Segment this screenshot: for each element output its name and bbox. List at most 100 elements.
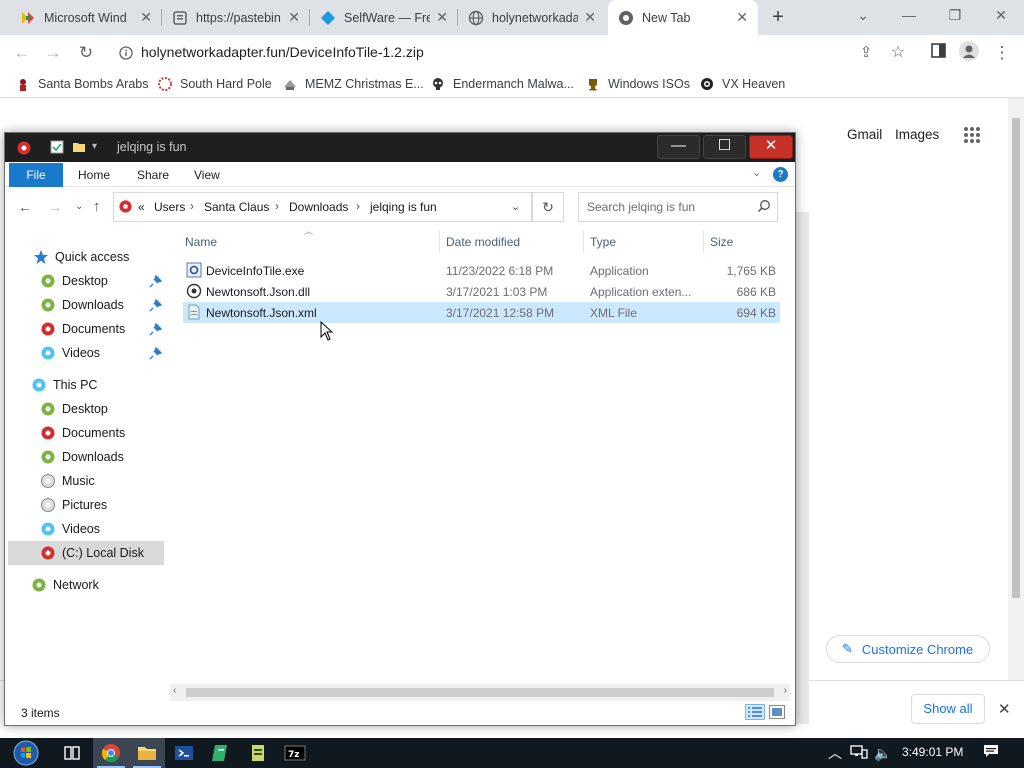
help-icon[interactable]: ? <box>773 167 788 182</box>
forward-arrow-icon[interactable]: → <box>41 41 65 65</box>
taskbar-chrome[interactable] <box>93 738 129 768</box>
back-arrow-icon[interactable]: ← <box>18 199 32 215</box>
refresh-icon[interactable]: ↻ <box>532 192 564 222</box>
show-all-downloads-button[interactable]: Show all <box>911 694 985 724</box>
bookmark-star-icon[interactable]: ☆ <box>886 41 910 65</box>
taskbar-7zip[interactable]: 7z <box>277 738 313 768</box>
nav-this-pc[interactable]: This PC <box>31 373 97 397</box>
tab-pastebin[interactable]: https://pastebin ✕ <box>162 0 310 35</box>
task-view-button[interactable] <box>54 738 90 768</box>
menu-kebab-icon[interactable]: ⋮ <box>990 41 1014 65</box>
ribbon-tab-share[interactable]: Share <box>137 168 169 182</box>
nav-pc-downloads[interactable]: Downloads <box>40 445 124 469</box>
tray-overflow-chevron-icon[interactable]: ︿ <box>826 744 844 762</box>
gmail-link[interactable]: Gmail <box>847 127 882 142</box>
tab-close-icon[interactable]: ✕ <box>584 9 596 26</box>
tab-close-icon[interactable]: ✕ <box>436 9 448 26</box>
side-panel-icon[interactable] <box>926 41 950 65</box>
pin-icon[interactable] <box>149 298 163 312</box>
nav-quick-access[interactable]: Quick access <box>33 245 129 269</box>
large-icons-view-icon[interactable] <box>769 705 785 719</box>
reload-icon[interactable]: ↻ <box>74 41 98 65</box>
new-tab-button[interactable]: + <box>767 6 789 28</box>
restore-button[interactable]: ❐ <box>932 0 978 32</box>
nav-pc-local-disk[interactable]: (C:) Local Disk <box>40 541 144 565</box>
nav-pc-desktop[interactable]: Desktop <box>40 397 108 421</box>
ribbon-tab-file[interactable]: File <box>9 163 63 187</box>
scroll-right-icon[interactable]: › <box>784 685 787 696</box>
nav-pc-documents[interactable]: Documents <box>40 421 125 445</box>
nav-qa-documents[interactable]: Documents <box>40 317 125 341</box>
scrollbar-thumb[interactable] <box>186 688 774 697</box>
nav-qa-downloads[interactable]: Downloads <box>40 293 124 317</box>
pin-icon[interactable] <box>149 346 163 360</box>
breadcrumb-separator-icon[interactable]: › <box>356 199 360 213</box>
nav-qa-desktop[interactable]: Desktop <box>40 269 108 293</box>
details-view-icon[interactable] <box>745 704 765 720</box>
search-icon[interactable] <box>757 199 771 213</box>
taskbar-clock[interactable]: 3:49:01 PM <box>902 745 963 759</box>
breadcrumb-separator-icon[interactable]: › <box>190 199 194 213</box>
folder-app-icon[interactable] <box>16 140 32 156</box>
back-arrow-icon[interactable]: ← <box>10 41 34 65</box>
scroll-left-icon[interactable]: ‹ <box>173 685 176 696</box>
column-divider[interactable] <box>439 231 440 253</box>
taskbar-notepad[interactable] <box>203 738 239 768</box>
scrollbar-thumb[interactable] <box>1012 118 1020 598</box>
nav-pc-music[interactable]: Music <box>40 469 95 493</box>
bookmark-santa-bombs[interactable]: Santa Bombs Arabs <box>16 75 148 93</box>
breadcrumb-overflow[interactable]: « <box>138 200 145 214</box>
bookmark-endermanch[interactable]: Endermanch Malwa... <box>431 75 574 93</box>
info-icon[interactable] <box>119 46 133 60</box>
images-link[interactable]: Images <box>895 127 939 142</box>
bookmark-memz[interactable]: MEMZ Christmas E... <box>283 75 424 93</box>
address-history-chevron-icon[interactable]: ⌄ <box>511 200 520 213</box>
nav-network[interactable]: Network <box>31 573 99 597</box>
up-arrow-icon[interactable]: ↑ <box>93 198 101 215</box>
tab-selfware[interactable]: SelfWare — Fre ✕ <box>310 0 458 35</box>
bookmark-windows-isos[interactable]: Windows ISOs <box>586 75 690 93</box>
recent-locations-chevron-icon[interactable]: ⌄ <box>75 201 83 212</box>
ribbon-tab-view[interactable]: View <box>194 168 220 182</box>
bookmark-vx-heaven[interactable]: VX Heaven <box>700 75 785 93</box>
breadcrumb-users[interactable]: Users <box>154 200 185 214</box>
column-header-name[interactable]: Name <box>185 235 217 249</box>
customize-chrome-button[interactable]: ✎ Customize Chrome <box>826 635 990 663</box>
url-text[interactable]: holynetworkadapter.fun/DeviceInfoTile-1.… <box>141 44 424 60</box>
explorer-close-button[interactable]: ✕ <box>749 135 793 159</box>
download-bar-close-icon[interactable]: ✕ <box>998 700 1011 718</box>
breadcrumb-downloads[interactable]: Downloads <box>289 200 348 214</box>
bookmark-south-hard-pole[interactable]: South Hard Pole <box>158 75 272 93</box>
minimize-button[interactable]: — <box>886 0 932 32</box>
tab-microsoft[interactable]: Microsoft Wind ✕ <box>10 0 162 35</box>
ribbon-expand-chevron-icon[interactable]: ⌄ <box>752 166 761 179</box>
nav-pc-pictures[interactable]: Pictures <box>40 493 107 517</box>
tab-close-icon[interactable]: ✕ <box>140 9 152 26</box>
apps-grid-icon[interactable] <box>963 126 981 144</box>
close-window-button[interactable]: ✕ <box>978 0 1024 32</box>
share-icon[interactable]: ⇪ <box>854 41 878 65</box>
pin-icon[interactable] <box>149 274 163 288</box>
nav-qa-videos[interactable]: Videos <box>40 341 100 365</box>
column-header-size[interactable]: Size <box>710 235 733 249</box>
column-header-date[interactable]: Date modified <box>446 235 520 249</box>
taskbar-file-explorer[interactable] <box>129 738 165 768</box>
tab-search-chevron-icon[interactable]: ⌄ <box>840 0 886 32</box>
tab-close-icon[interactable]: ✕ <box>736 9 748 26</box>
file-row[interactable]: DeviceInfoTile.exe 11/23/2022 6:18 PM Ap… <box>183 260 780 281</box>
new-folder-icon[interactable] <box>72 140 86 154</box>
explorer-minimize-button[interactable]: — <box>657 135 700 159</box>
column-divider[interactable] <box>583 231 584 253</box>
column-header-type[interactable]: Type <box>590 235 616 249</box>
breadcrumb-santa-claus[interactable]: Santa Claus <box>204 200 269 214</box>
start-button[interactable] <box>4 738 48 768</box>
breadcrumb-current-folder[interactable]: jelqing is fun <box>370 200 437 214</box>
ribbon-tab-home[interactable]: Home <box>78 168 110 182</box>
forward-arrow-icon[interactable]: → <box>48 199 62 215</box>
action-center-icon[interactable] <box>982 744 1000 762</box>
tab-new-tab[interactable]: New Tab ✕ <box>608 0 758 35</box>
file-row[interactable]: Newtonsoft.Json.dll 3/17/2021 1:03 PM Ap… <box>183 281 780 302</box>
volume-icon[interactable]: 🔈 <box>874 744 892 762</box>
explorer-maximize-button[interactable]: ☐ <box>703 135 746 159</box>
file-row-selected[interactable]: Newtonsoft.Json.xml 3/17/2021 12:58 PM X… <box>183 302 780 323</box>
